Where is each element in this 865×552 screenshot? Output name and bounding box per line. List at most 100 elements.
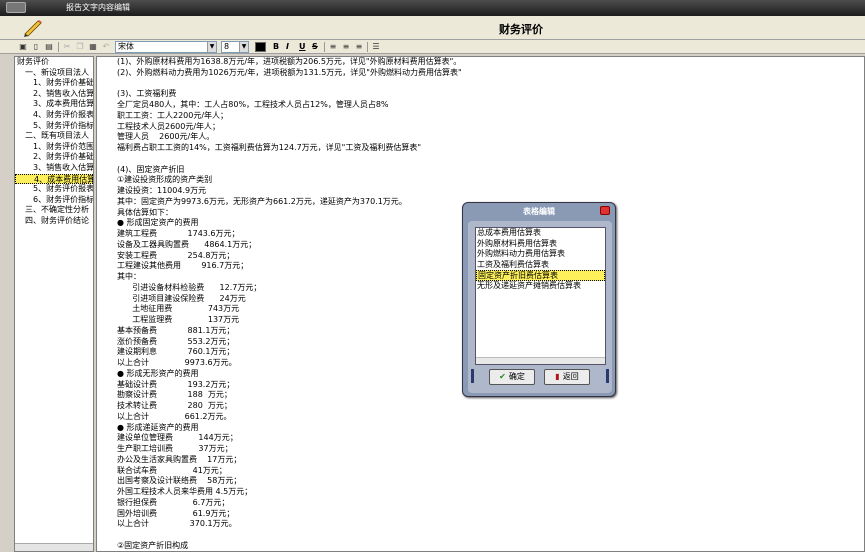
new-doc-icon[interactable]: ▯: [31, 42, 41, 52]
list-item[interactable]: 外购燃料动力费用估算表: [476, 249, 605, 260]
horizontal-scrollbar[interactable]: [15, 543, 93, 551]
text-line: 安装工程费 254.8万元；: [117, 250, 235, 260]
text-line: 设备及工器具购置费 4864.1万元；: [117, 239, 257, 249]
back-button[interactable]: ▮ 返回: [544, 369, 590, 385]
font-name-select[interactable]: 宋体 ▼: [115, 41, 217, 53]
text-line: [117, 530, 462, 541]
text-line: 以上合计 370.1万元。: [117, 519, 237, 529]
align-right-icon[interactable]: ≡: [354, 42, 364, 52]
text-line: 土地征用费 743万元: [117, 304, 240, 314]
text-line: [117, 79, 462, 90]
text-line: 联合试车费 41万元；: [117, 465, 227, 475]
text-line: 勘察设计费 188 万元；: [117, 390, 232, 400]
tree-item[interactable]: 四、财务评价结论: [15, 216, 93, 227]
text-line: 建设单位管理费 144万元；: [117, 433, 238, 443]
undo-icon[interactable]: ↶: [101, 42, 111, 52]
italic-button[interactable]: I: [286, 41, 289, 53]
text-line: 以上合计 661.2万元。: [117, 411, 232, 421]
table-edit-dialog: 表格编辑 总成本费用估算表 外购原材料费用估算表 外购燃料动力费用估算表 工资及福利费…: [462, 202, 616, 397]
text-line: (2)、外购燃料动力费用为1026万元/年，进项税额为131.5万元，详见"外购…: [117, 67, 462, 77]
text-line: 基础设计费 193.2万元；: [117, 379, 235, 389]
text-line: 办公及生活家具购置费 17万元；: [117, 454, 242, 464]
ok-label: 确定: [508, 372, 525, 381]
text-line: 国外培训费 61.9万元；: [117, 508, 235, 518]
print-icon[interactable]: ▤: [44, 42, 54, 52]
tree-item[interactable]: 4、财务评价报表: [15, 110, 93, 121]
side-marker: [606, 369, 609, 383]
align-center-icon[interactable]: ≡: [341, 42, 351, 52]
pencil-icon: [24, 20, 42, 37]
tree-item[interactable]: 财务评价: [15, 57, 93, 68]
text-line: ● 形成递延资产的费用: [117, 422, 199, 432]
text-line: ①建设投资形成的资产类别: [117, 175, 213, 185]
format-toolbar: ▣ ▯ ▤ ✂ ❐ ▦ ↶ 宋体 ▼ 8 ▼ B I U S ≡ ≡ ≡ ☰: [0, 40, 865, 54]
check-icon: ✔: [499, 372, 506, 381]
window-title: 报告文字内容编辑: [66, 3, 130, 12]
text-line: 银行担保费 6.7万元；: [117, 497, 230, 507]
strike-button[interactable]: S: [312, 41, 318, 53]
underline-button[interactable]: U: [299, 41, 306, 53]
chevron-down-icon[interactable]: ▼: [207, 42, 216, 52]
tree-item[interactable]: 5、财务评价指标: [15, 121, 93, 132]
list-item[interactable]: 工资及福利费估算表: [476, 260, 605, 271]
text-line: 建设投资：11004.9万元: [117, 186, 207, 195]
tree-item[interactable]: 三、不确定性分析: [15, 205, 93, 216]
ok-button[interactable]: ✔ 确定: [489, 369, 535, 385]
text-line: 建设期利息 760.1万元；: [117, 347, 235, 357]
exit-icon: ▮: [555, 372, 560, 381]
outline-tree[interactable]: 财务评价 一、新设项目法人 1、财务评价基础 2、销售收入估算 3、成本费用估算 4、财务…: [14, 56, 94, 552]
text-line: 建筑工程费 1743.6万元；: [117, 229, 240, 238]
font-size-select[interactable]: 8 ▼: [221, 41, 249, 53]
dialog-body: 总成本费用估算表 外购原材料费用估算表 外购燃料动力费用估算表 工资及福利费估算表 固定…: [468, 221, 612, 393]
window-titlebar: 报告文字内容编辑: [0, 0, 865, 16]
text-line: 福利费占职工工资的14%，工资福利费估算为124.7万元，详见"工资及福利费估算…: [117, 143, 422, 152]
save-icon[interactable]: ▣: [18, 42, 28, 52]
chevron-down-icon[interactable]: ▼: [239, 42, 248, 52]
window-menu-button[interactable]: [6, 2, 26, 13]
tree-item[interactable]: 一、新设项目法人: [15, 68, 93, 79]
font-color-swatch[interactable]: [255, 42, 266, 52]
tree-item[interactable]: 3、销售收入估算: [15, 163, 93, 174]
text-line: 其中：固定资产为9973.6万元，无形资产为661.2万元，递延资产为370.1…: [117, 196, 407, 206]
tree-item[interactable]: 1、财务评价基础: [15, 78, 93, 89]
list-item[interactable]: 无形及递延资产摊销费估算表: [476, 281, 605, 292]
tree-item[interactable]: 5、财务评价报表: [15, 184, 93, 195]
close-icon[interactable]: [600, 206, 610, 215]
text-line: (3)、工资福利费: [117, 89, 177, 99]
tree-item[interactable]: 2、销售收入估算: [15, 89, 93, 100]
text-line: (1)、外购原材料费用为1638.8万元/年，进项税额为206.5万元，详见"外…: [117, 57, 462, 66]
text-line: 工程监理费 137万元: [117, 315, 240, 324]
text-line: 基本预备费 881.1万元；: [117, 325, 235, 335]
cut-icon[interactable]: ✂: [62, 42, 72, 52]
side-marker: [471, 369, 474, 383]
tree-item[interactable]: 1、财务评价范围: [15, 142, 93, 153]
text-line: 以上合计 9973.6万元。: [117, 358, 237, 367]
list-item[interactable]: 外购原材料费用估算表: [476, 239, 605, 250]
tree-item[interactable]: 2、财务评价基础: [15, 152, 93, 163]
tree-item[interactable]: 二、既有项目法人: [15, 131, 93, 142]
table-list[interactable]: 总成本费用估算表 外购原材料费用估算表 外购燃料动力费用估算表 工资及福利费估算表 固定…: [475, 227, 606, 365]
tree-item[interactable]: 6、财务评价指标: [15, 195, 93, 206]
horizontal-scrollbar[interactable]: [476, 357, 605, 364]
text-line: 工程技术人员2600元/年人；: [117, 121, 221, 131]
text-line: ②固定资产折旧构成: [117, 540, 189, 550]
dialog-title: 表格编辑: [523, 207, 555, 216]
bold-button[interactable]: B: [273, 41, 279, 53]
text-line: [117, 154, 462, 165]
text-line: 外国工程技术人员来华费用 4.5万元；: [117, 487, 253, 496]
text-line: 管理人员 2600元/年人。: [117, 132, 215, 142]
back-label: 返回: [562, 372, 579, 381]
font-name-value: 宋体: [118, 42, 134, 51]
list-item[interactable]: 总成本费用估算表: [476, 228, 605, 239]
copy-icon[interactable]: ❐: [75, 42, 85, 52]
text-line: 涨价预备费 553.2万元；: [117, 336, 235, 346]
paste-icon[interactable]: ▦: [88, 42, 98, 52]
align-left-icon[interactable]: ≡: [328, 42, 338, 52]
text-line: 引进设备材料检验费 12.7万元；: [117, 282, 262, 292]
tree-item[interactable]: 3、成本费用估算: [15, 99, 93, 110]
text-line: (4)、固定资产折旧: [117, 164, 185, 174]
list-item[interactable]: 固定资产折旧费估算表: [476, 270, 605, 281]
text-line: 引进项目建设保险费 24万元: [117, 293, 246, 303]
bullet-list-icon[interactable]: ☰: [371, 42, 381, 52]
tree-item[interactable]: 4、成本费用估算: [15, 173, 93, 185]
